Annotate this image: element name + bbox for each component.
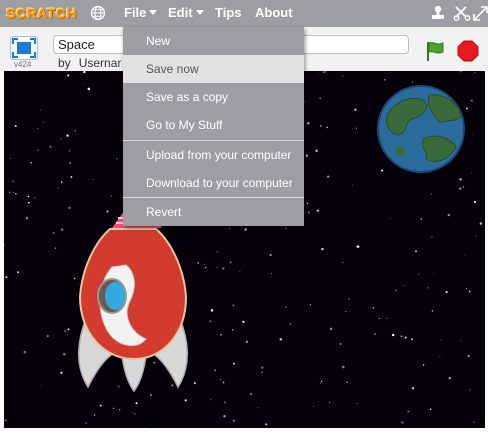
- menu-item-new[interactable]: New: [123, 27, 304, 55]
- cut-scissors-icon[interactable]: [453, 4, 471, 22]
- byline: by Usernar: [58, 56, 121, 70]
- chevron-down-icon: [149, 10, 158, 15]
- file-menu-label: File: [124, 5, 147, 20]
- menu-item-revert[interactable]: Revert: [123, 198, 304, 226]
- edit-menu-label: Edit: [168, 5, 193, 20]
- menu-item-download[interactable]: Download to your computer: [123, 169, 304, 197]
- menu-item-save-as-copy[interactable]: Save as a copy: [123, 83, 304, 111]
- scratch-logo[interactable]: SCRATCH: [6, 4, 77, 22]
- about-label: About: [255, 5, 293, 20]
- tips-menu[interactable]: Tips: [215, 0, 242, 27]
- edit-menu[interactable]: Edit: [168, 0, 204, 27]
- duplicate-stamp-icon[interactable]: [429, 4, 447, 22]
- green-flag-icon[interactable]: [424, 40, 446, 62]
- chevron-down-icon: [195, 10, 204, 15]
- fullscreen-icon[interactable]: [10, 36, 38, 60]
- stop-sign-icon[interactable]: [457, 40, 479, 62]
- grow-icon[interactable]: [472, 4, 488, 22]
- menu-item-upload[interactable]: Upload from your computer: [123, 141, 304, 169]
- file-dropdown-menu: New Save now Save as a copy Go to My Stu…: [123, 27, 304, 226]
- menu-item-save-now[interactable]: Save now: [123, 55, 304, 83]
- menu-item-go-to-my-stuff[interactable]: Go to My Stuff: [123, 111, 304, 139]
- about-menu[interactable]: About: [255, 0, 293, 27]
- username[interactable]: Usernar: [79, 56, 122, 70]
- globe-icon[interactable]: [90, 5, 106, 21]
- tips-label: Tips: [215, 5, 242, 20]
- file-menu[interactable]: File: [124, 0, 158, 27]
- by-label: by: [58, 56, 71, 70]
- version-label: v424: [14, 60, 32, 69]
- menu-bar: SCRATCH File Edit Tips About: [0, 0, 488, 27]
